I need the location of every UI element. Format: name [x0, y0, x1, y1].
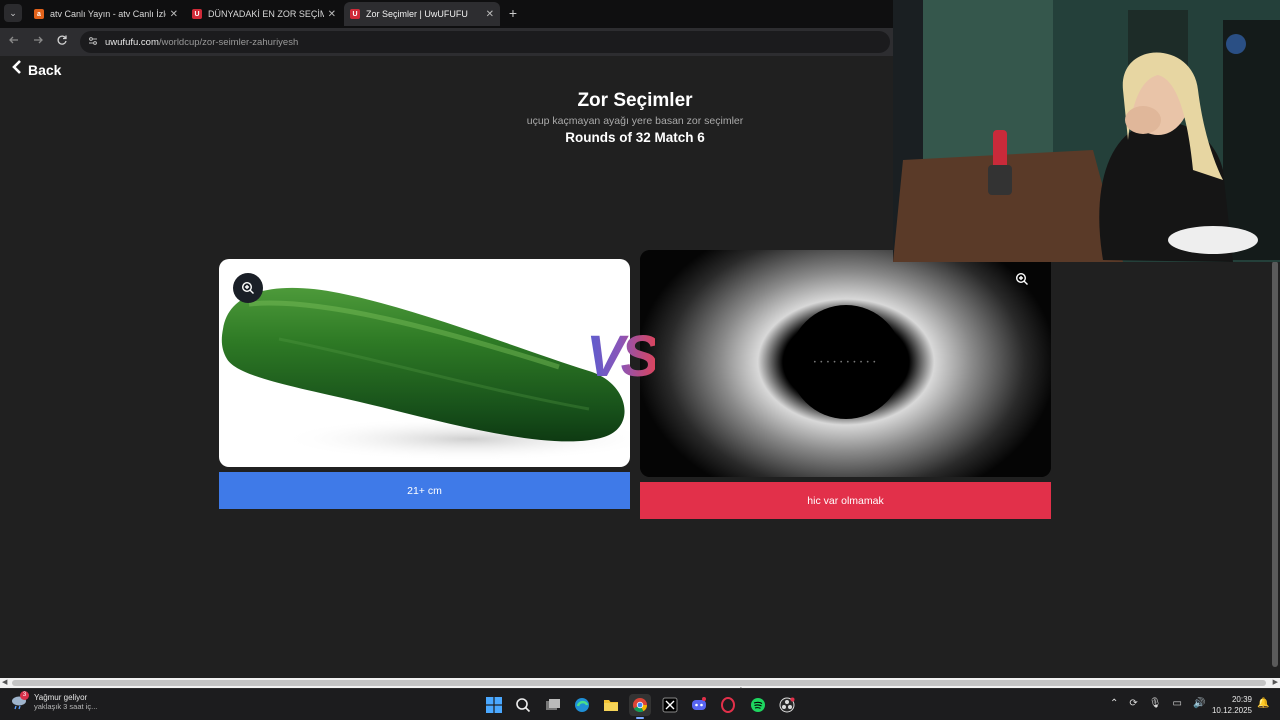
- url-bar[interactable]: uwufufu.com/worldcup/zor-seimler-zahuriy…: [80, 31, 890, 53]
- vertical-scrollbar[interactable]: [1272, 261, 1278, 667]
- right-choice-button[interactable]: hic var olmamak: [640, 482, 1051, 519]
- notification-bell-icon[interactable]: 🔔: [1257, 698, 1269, 709]
- back-arrow-icon[interactable]: [6, 34, 22, 50]
- clock[interactable]: 20:39 10.12.2025: [1206, 694, 1252, 716]
- atv-favicon-icon: a: [34, 9, 44, 19]
- network-icon[interactable]: ▭: [1172, 698, 1181, 709]
- weather-title: Yağmur geliyor: [34, 693, 88, 702]
- svg-text:••••••••••: ••••••••••: [813, 359, 879, 366]
- scroll-right-arrow-icon[interactable]: ▶: [1273, 678, 1278, 688]
- edge-browser-icon[interactable]: [571, 694, 593, 716]
- page-subtitle: uçup kaçmayan ayağı yere basan zor seçim…: [526, 115, 744, 127]
- webcam-overlay: [893, 0, 1280, 262]
- sync-icon[interactable]: ⟳: [1129, 698, 1137, 709]
- file-explorer-icon[interactable]: [600, 694, 622, 716]
- clock-time: 20:39: [1231, 695, 1252, 704]
- close-tab-icon[interactable]: ✕: [328, 9, 336, 20]
- search-icon[interactable]: [512, 694, 534, 716]
- tab-title: atv Canlı Yayın - atv Canlı İzle -: [50, 9, 166, 19]
- weather-subtitle: yaklaşık 3 saat iç...: [34, 702, 98, 711]
- scrollbar-thumb[interactable]: [12, 680, 1266, 686]
- clock-date: 10.12.2025: [1211, 706, 1252, 715]
- chevron-up-icon[interactable]: ⌃: [1110, 698, 1118, 709]
- streamer-webcam-image: [893, 0, 1280, 262]
- vs-label: VS: [586, 324, 659, 389]
- tab-title: DÜNYADAKİ EN ZOR SEÇİMLER: [208, 9, 324, 19]
- reload-icon[interactable]: [54, 34, 70, 50]
- windows-start-icon[interactable]: [483, 694, 505, 716]
- zoom-in-icon[interactable]: [1007, 264, 1037, 294]
- volume-icon[interactable]: 🔊: [1193, 698, 1205, 709]
- black-hole-image: ••••••••••: [640, 250, 1051, 477]
- left-choice-image[interactable]: [219, 259, 630, 467]
- x-app-icon[interactable]: [659, 694, 681, 716]
- new-tab-button[interactable]: +: [505, 5, 521, 21]
- system-tray: ⌃ ⟳ 🎙 ▭ 🔊: [1110, 698, 1216, 709]
- microphone-icon[interactable]: 🎙: [1149, 698, 1162, 709]
- tab-title: Zor Seçimler | UwUFUFU: [366, 9, 468, 19]
- right-choice-image[interactable]: ••••••••••: [640, 250, 1051, 477]
- back-link[interactable]: Back: [12, 60, 61, 79]
- weather-badge: 3: [20, 691, 29, 700]
- scroll-left-arrow-icon[interactable]: ◀: [2, 678, 7, 688]
- horizontal-scrollbar[interactable]: ◀ ▶: [0, 678, 1280, 688]
- page-title: Zor Seçimler: [577, 90, 693, 111]
- taskbar-apps: [483, 694, 805, 719]
- tab-atv[interactable]: a atv Canlı Yayın - atv Canlı İzle - ✕: [28, 2, 184, 26]
- chevron-left-icon: [12, 60, 22, 79]
- uwufufu-favicon-icon: U: [350, 9, 360, 19]
- tab-search-button[interactable]: ⌄: [4, 4, 22, 22]
- left-choice-button[interactable]: 21+ cm: [219, 472, 630, 509]
- spotify-icon[interactable]: [747, 694, 769, 716]
- tab-zor-secimler[interactable]: U Zor Seçimler | UwUFUFU ✕: [344, 2, 500, 26]
- close-tab-icon[interactable]: ✕: [486, 9, 494, 20]
- site-info-icon[interactable]: [88, 36, 98, 48]
- obs-icon[interactable]: [776, 694, 798, 716]
- zoom-in-icon[interactable]: [233, 273, 263, 303]
- close-tab-icon[interactable]: ✕: [170, 9, 178, 20]
- opera-gx-icon[interactable]: [717, 694, 739, 716]
- match-header: Zor Seçimler uçup kaçmayan ayağı yere ba…: [435, 90, 835, 145]
- weather-widget[interactable]: 3 Yağmur geliyor yaklaşık 3 saat iç...: [10, 691, 98, 711]
- tab-dunyadaki[interactable]: U DÜNYADAKİ EN ZOR SEÇİMLER ✕: [186, 2, 342, 26]
- address-toolbar: uwufufu.com/worldcup/zor-seimler-zahuriy…: [0, 28, 893, 56]
- rain-cloud-icon: 3: [10, 691, 29, 711]
- taskbar: 3 Yağmur geliyor yaklaşık 3 saat iç... ⌃…: [0, 688, 1280, 720]
- round-info: Rounds of 32 Match 6: [565, 130, 705, 145]
- uwufufu-favicon-icon: U: [192, 9, 202, 19]
- discord-icon[interactable]: [688, 694, 710, 716]
- cucumber-image: [221, 287, 630, 461]
- back-label: Back: [28, 61, 62, 78]
- forward-arrow-icon[interactable]: [30, 34, 46, 50]
- url-host: uwufufu.com: [105, 36, 159, 48]
- task-view-icon[interactable]: [542, 694, 564, 716]
- url-path: /worldcup/zor-seimler-zahuriyesh: [158, 36, 299, 48]
- chrome-icon[interactable]: [629, 694, 652, 719]
